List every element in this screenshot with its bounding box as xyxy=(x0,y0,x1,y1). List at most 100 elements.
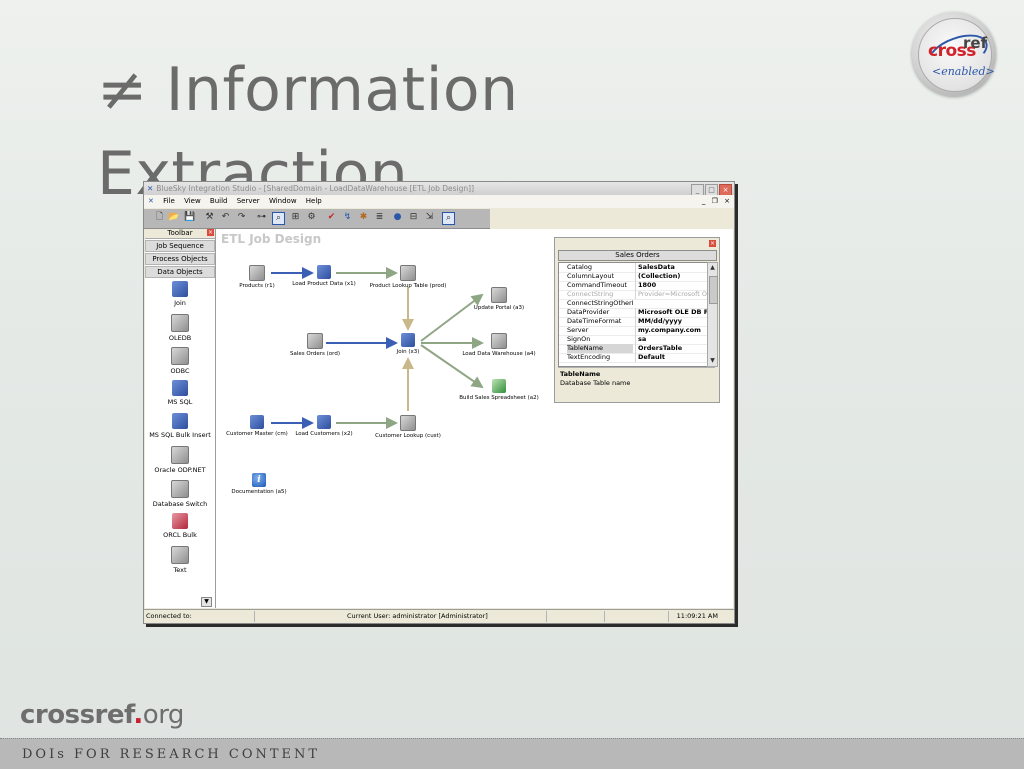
node-documentation[interactable]: i Documentation (a5) xyxy=(214,473,304,495)
status-divider xyxy=(668,611,669,622)
search-icon[interactable]: ⌕ xyxy=(442,212,455,225)
tab-data-objects[interactable]: Data Objects xyxy=(145,266,215,278)
menu-window[interactable]: Window xyxy=(269,197,297,205)
toolbox-close-icon[interactable]: × xyxy=(207,229,214,236)
node-load-product-data[interactable]: Load Product Data (x1) xyxy=(279,265,369,287)
tab-job-sequence[interactable]: Job Sequence xyxy=(145,240,215,252)
status-current-user: Current User: administrator [Administrat… xyxy=(347,612,488,620)
warehouse-icon xyxy=(491,333,507,349)
node-join[interactable]: Join (x3) xyxy=(363,333,453,355)
properties-close-icon[interactable]: × xyxy=(709,240,716,247)
toolbox-scroll-down-icon[interactable]: ▼ xyxy=(201,597,212,607)
logo-org-text: org xyxy=(142,700,185,730)
menu-bar: ✕ File View Build Server Window Help _ ❐… xyxy=(144,195,734,208)
footer-tagline: DOIs FOR RESEARCH CONTENT xyxy=(22,747,321,762)
property-value[interactable]: OrdersTable xyxy=(635,344,710,353)
node-label: Load Data Warehouse (a4) xyxy=(462,351,536,357)
property-value[interactable]: Microsoft OLE DB Prov xyxy=(635,308,710,317)
node-product-lookup[interactable]: Product Lookup Table (prod) xyxy=(363,265,453,289)
property-value[interactable]: 1800 xyxy=(635,281,710,290)
build-icon[interactable]: ⚒ xyxy=(204,212,215,223)
scroll-up-icon[interactable]: ▲ xyxy=(708,263,717,272)
point-icon[interactable]: ● xyxy=(392,212,403,223)
node-label: Load Customers (x2) xyxy=(295,431,353,437)
mssql-bulk-insert-icon xyxy=(172,413,188,429)
export-icon[interactable]: ⇲ xyxy=(424,212,435,223)
scroll-down-icon[interactable]: ▼ xyxy=(708,356,717,365)
status-time: 11:09:21 AM xyxy=(676,612,718,620)
node-label: Products (r1) xyxy=(239,283,275,289)
node-sales-orders[interactable]: Sales Orders (ord) xyxy=(270,333,360,357)
grid-icon[interactable]: ⊟ xyxy=(408,212,419,223)
toolbox-item-database-switch[interactable]: Database Switch xyxy=(145,480,215,508)
customer-master-icon xyxy=(250,415,264,429)
products-source-icon xyxy=(249,265,265,281)
new-icon[interactable]: 🗋 xyxy=(154,212,165,223)
tools-icon[interactable]: ⚙ xyxy=(306,212,317,223)
transform-icon xyxy=(317,415,331,429)
node-label: Documentation (a5) xyxy=(231,489,287,495)
footer-bar: DOIs FOR RESEARCH CONTENT xyxy=(0,738,1024,769)
menu-app-icon[interactable]: ✕ xyxy=(148,197,154,205)
open-icon[interactable]: 📂 xyxy=(168,212,179,223)
text-file-icon xyxy=(171,546,189,564)
property-value[interactable]: sa xyxy=(635,335,710,344)
toolbox-item-label: ORCL Bulk xyxy=(163,531,197,539)
menu-server[interactable]: Server xyxy=(237,197,260,205)
mdi-minimize-button[interactable]: _ xyxy=(702,197,706,205)
property-value[interactable]: my.company.com xyxy=(635,326,710,335)
properties-icon[interactable]: ⊞ xyxy=(290,212,301,223)
properties-object-name: Sales Orders xyxy=(558,250,717,261)
undo-icon[interactable]: ↶ xyxy=(220,212,231,223)
mdi-controls: _ ❐ × xyxy=(698,195,730,208)
property-row[interactable]: TextEncoding Default xyxy=(559,353,707,363)
transform-icon xyxy=(317,265,331,279)
property-value[interactable]: SalesData xyxy=(635,263,710,272)
etl-design-canvas[interactable]: ETL Job Design Products (r1) Load Produc… xyxy=(216,229,733,608)
check-icon[interactable]: ✔ xyxy=(326,212,337,223)
property-value[interactable]: Provider=Microsoft OLE DB xyxy=(635,290,710,299)
toolbox-item-mssql-bulk-insert[interactable]: MS SQL Bulk Insert xyxy=(145,413,215,439)
node-label: Build Sales Spreadsheet (a2) xyxy=(459,395,539,401)
node-customer-lookup[interactable]: Customer Lookup (cust) xyxy=(363,415,453,439)
mdi-close-button[interactable]: × xyxy=(724,197,730,205)
property-grid-scrollbar[interactable]: ▲ ▼ xyxy=(707,262,718,367)
node-update-portal[interactable]: Update Portal (a3) xyxy=(454,287,544,311)
app-logo-icon: ✕ xyxy=(147,184,154,193)
property-value[interactable]: Default xyxy=(635,353,710,362)
menu-view[interactable]: View xyxy=(184,197,201,205)
property-value[interactable]: MM/dd/yyyy xyxy=(635,317,710,326)
list-icon[interactable]: ≣ xyxy=(374,212,385,223)
toolbox-item-label: OLEDB xyxy=(168,334,192,342)
menu-help[interactable]: Help xyxy=(306,197,322,205)
tab-process-objects[interactable]: Process Objects xyxy=(145,253,215,265)
redo-icon[interactable]: ↷ xyxy=(236,212,247,223)
toolbox-item-mssql[interactable]: MS SQL xyxy=(145,380,215,406)
scroll-thumb[interactable] xyxy=(709,276,718,304)
debug-icon[interactable]: ✱ xyxy=(358,212,369,223)
toolbox-item-orcl-bulk[interactable]: ORCL Bulk xyxy=(145,513,215,539)
portal-icon xyxy=(491,287,507,303)
save-icon[interactable]: 💾 xyxy=(184,212,195,223)
toolbox-item-text[interactable]: Text xyxy=(145,546,215,574)
mdi-restore-button[interactable]: ❐ xyxy=(712,197,718,205)
property-description: TableName Database Table name xyxy=(558,367,715,398)
property-grid: Catalog SalesData ColumnLayout (Collection… xyxy=(558,262,710,367)
menu-build[interactable]: Build xyxy=(210,197,228,205)
link-icon[interactable]: ⊶ xyxy=(256,212,267,223)
property-value[interactable]: (Collection) xyxy=(635,272,710,281)
zoom-icon[interactable]: ⌕ xyxy=(272,212,285,225)
badge-enabled-text: <enabled> xyxy=(932,65,995,78)
slide-title-line1: ≠ Information xyxy=(97,48,817,132)
run-icon[interactable]: ↯ xyxy=(342,212,353,223)
menu-file[interactable]: File xyxy=(163,197,175,205)
toolbox-item-join[interactable]: Join xyxy=(145,281,215,307)
toolbox-item-oracle-odp[interactable]: Oracle ODP.NET xyxy=(145,446,215,474)
toolbox-item-odbc[interactable]: ODBC xyxy=(145,347,215,375)
node-build-sales-spreadsheet[interactable]: Build Sales Spreadsheet (a2) xyxy=(454,379,544,401)
toolbox-item-oledb[interactable]: OLEDB xyxy=(145,314,215,342)
badge-ref-text: ref xyxy=(963,34,988,52)
badge-face: cross ref <enabled> xyxy=(918,18,995,92)
node-load-customers[interactable]: Load Customers (x2) xyxy=(279,415,369,437)
node-load-data-warehouse[interactable]: Load Data Warehouse (a4) xyxy=(454,333,544,357)
